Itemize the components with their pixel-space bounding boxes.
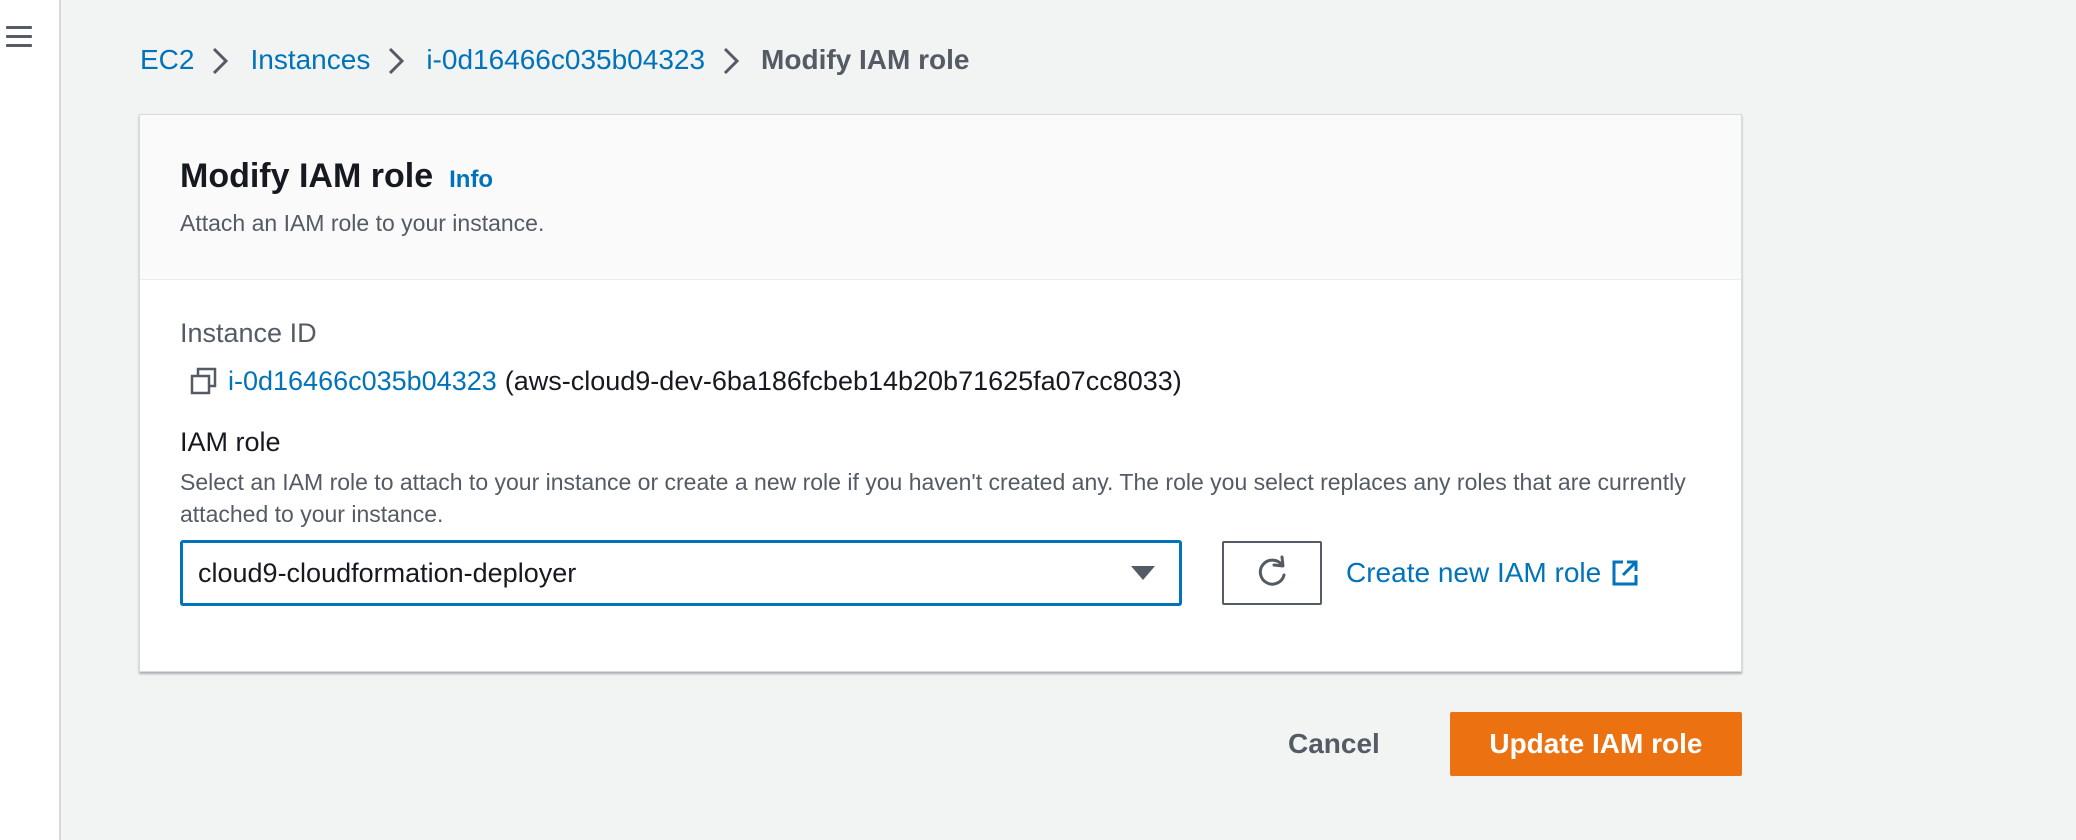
create-new-iam-role-link[interactable]: Create new IAM role [1346, 557, 1639, 589]
copy-icon[interactable] [188, 365, 220, 397]
create-new-iam-role-label: Create new IAM role [1346, 557, 1602, 588]
modify-iam-role-panel: Modify IAM role Info Attach an IAM role … [139, 114, 1742, 672]
panel-header: Modify IAM role Info Attach an IAM role … [140, 115, 1741, 280]
iam-role-select[interactable]: cloud9-cloudformation-deployer [180, 540, 1182, 606]
instance-name: (aws-cloud9-dev-6ba186fcbeb14b20b71625fa… [504, 365, 1182, 396]
refresh-roles-button[interactable] [1222, 541, 1322, 605]
chevron-right-icon [705, 44, 761, 76]
iam-role-description: Select an IAM role to attach to your ins… [180, 469, 1686, 527]
cancel-button[interactable]: Cancel [1260, 712, 1408, 776]
instance-id-label: Instance ID [180, 318, 317, 348]
breadcrumb-current: Modify IAM role [761, 44, 970, 75]
breadcrumb-instances-link[interactable]: Instances [250, 44, 370, 76]
panel-description: Attach an IAM role to your instance. [180, 210, 545, 236]
instance-id-link[interactable]: i-0d16466c035b04323 [228, 366, 497, 397]
breadcrumb: EC2 Instances i-0d16466c035b04323 Modify… [140, 40, 969, 80]
panel-title-row: Modify IAM role Info [180, 157, 1701, 196]
hamburger-menu-icon[interactable] [4, 22, 34, 52]
caret-down-icon [1131, 566, 1155, 580]
info-link[interactable]: Info [449, 166, 493, 194]
panel-body: Instance ID i-0d16466c035b04323 (aws-clo… [140, 280, 1741, 606]
iam-role-label: IAM role [180, 427, 281, 457]
instance-id-row: i-0d16466c035b04323 (aws-cloud9-dev-6ba1… [180, 363, 1701, 399]
iam-role-controls: cloud9-cloudformation-deployer Create ne… [180, 540, 1701, 606]
refresh-icon [1258, 555, 1286, 586]
external-link-icon [1612, 560, 1638, 586]
side-navigation-rail [0, 0, 61, 840]
chevron-right-icon [370, 44, 426, 76]
breadcrumb-instance-link[interactable]: i-0d16466c035b04323 [426, 44, 705, 76]
page-title: Modify IAM role [180, 157, 434, 195]
iam-role-selected-value: cloud9-cloudformation-deployer [198, 557, 577, 588]
update-iam-role-button[interactable]: Update IAM role [1449, 712, 1742, 776]
form-actions: Cancel Update IAM role [1260, 712, 1742, 776]
breadcrumb-ec2-link[interactable]: EC2 [140, 44, 194, 76]
chevron-right-icon [194, 44, 250, 76]
